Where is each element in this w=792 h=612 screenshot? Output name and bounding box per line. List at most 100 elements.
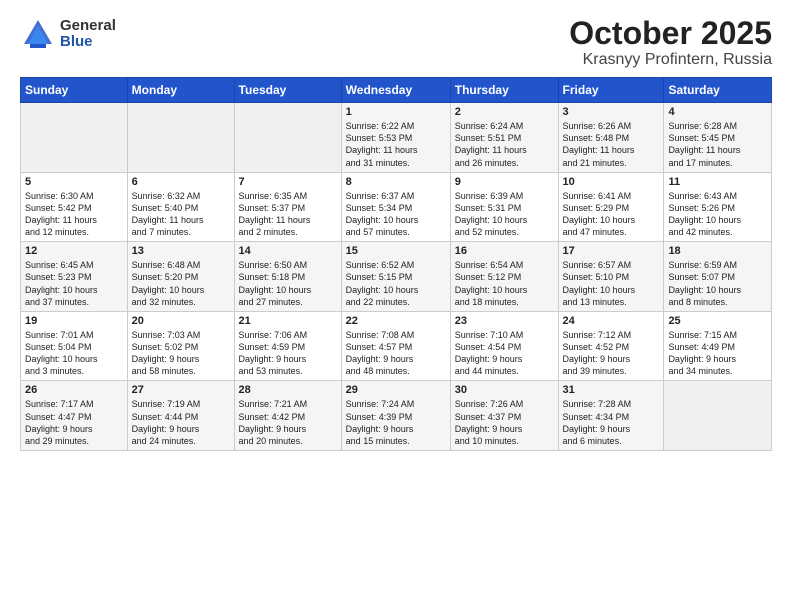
day-number: 29	[346, 384, 446, 396]
day-number: 12	[25, 245, 123, 257]
day-number: 5	[25, 176, 123, 188]
calendar-cell: 2 Sunrise: 6:24 AM Sunset: 5:51 PM Daylig…	[450, 103, 558, 173]
day-number: 19	[25, 315, 123, 327]
day-header-saturday: Saturday	[664, 78, 772, 103]
day-number: 7	[239, 176, 337, 188]
day-info: Sunrise: 6:43 AM Sunset: 5:26 PM Dayligh…	[668, 190, 767, 239]
day-number: 28	[239, 384, 337, 396]
calendar-cell: 31 Sunrise: 7:28 AM Sunset: 4:34 PM Dayli…	[558, 381, 664, 451]
logo-blue-text: Blue	[60, 34, 116, 51]
calendar-cell: 24Sunrise: 7:12 AM Sunset: 4:52 PM Dayli…	[558, 311, 664, 381]
day-number: 13	[132, 245, 230, 257]
calendar-cell: 18 Sunrise: 6:59 AM Sunset: 5:07 PM Dayli…	[664, 242, 772, 312]
calendar-cell: 6Sunrise: 6:32 AM Sunset: 5:40 PM Daylig…	[127, 172, 234, 242]
calendar-title: October 2025	[569, 16, 772, 51]
day-number: 16	[455, 245, 554, 257]
calendar-cell: 14 Sunrise: 6:50 AM Sunset: 5:18 PM Dayli…	[234, 242, 341, 312]
calendar-header-row: SundayMondayTuesdayWednesdayThursdayFrid…	[21, 78, 772, 103]
day-info: Sunrise: 7:06 AM Sunset: 4:59 PM Dayligh…	[239, 329, 337, 378]
calendar-cell: 12 Sunrise: 6:45 AM Sunset: 5:23 PM Dayli…	[21, 242, 128, 312]
day-header-wednesday: Wednesday	[341, 78, 450, 103]
calendar-cell: 19 Sunrise: 7:01 AM Sunset: 5:04 PM Dayli…	[21, 311, 128, 381]
calendar-week-3: 12 Sunrise: 6:45 AM Sunset: 5:23 PM Dayli…	[21, 242, 772, 312]
day-info: Sunrise: 7:15 AM Sunset: 4:49 PM Dayligh…	[668, 329, 767, 378]
calendar-cell: 13 Sunrise: 6:48 AM Sunset: 5:20 PM Dayli…	[127, 242, 234, 312]
day-number: 6	[132, 176, 230, 188]
day-number: 4	[668, 106, 767, 118]
day-info: Sunrise: 7:24 AM Sunset: 4:39 PM Dayligh…	[346, 398, 446, 447]
day-header-monday: Monday	[127, 78, 234, 103]
title-block: October 2025 Krasnyy Profintern, Russia	[569, 16, 772, 69]
day-number: 9	[455, 176, 554, 188]
day-info: Sunrise: 7:28 AM Sunset: 4:34 PM Dayligh…	[563, 398, 660, 447]
calendar-location: Krasnyy Profintern, Russia	[569, 51, 772, 69]
day-info: Sunrise: 7:19 AM Sunset: 4:44 PM Dayligh…	[132, 398, 230, 447]
calendar-cell: 11 Sunrise: 6:43 AM Sunset: 5:26 PM Dayli…	[664, 172, 772, 242]
calendar-cell: 17Sunrise: 6:57 AM Sunset: 5:10 PM Dayli…	[558, 242, 664, 312]
day-number: 11	[668, 176, 767, 188]
calendar-cell	[127, 103, 234, 173]
calendar-cell: 21 Sunrise: 7:06 AM Sunset: 4:59 PM Dayli…	[234, 311, 341, 381]
day-info: Sunrise: 6:35 AM Sunset: 5:37 PM Dayligh…	[239, 190, 337, 239]
day-header-sunday: Sunday	[21, 78, 128, 103]
day-number: 20	[132, 315, 230, 327]
day-number: 22	[346, 315, 446, 327]
day-info: Sunrise: 7:21 AM Sunset: 4:42 PM Dayligh…	[239, 398, 337, 447]
day-number: 25	[668, 315, 767, 327]
day-header-friday: Friday	[558, 78, 664, 103]
day-info: Sunrise: 6:57 AM Sunset: 5:10 PM Dayligh…	[563, 259, 660, 308]
day-number: 3	[563, 106, 660, 118]
calendar-cell: 4 Sunrise: 6:28 AM Sunset: 5:45 PM Daylig…	[664, 103, 772, 173]
day-number: 2	[455, 106, 554, 118]
page: General Blue October 2025 Krasnyy Profin…	[0, 0, 792, 612]
calendar-cell: 25 Sunrise: 7:15 AM Sunset: 4:49 PM Dayli…	[664, 311, 772, 381]
calendar-cell: 7 Sunrise: 6:35 AM Sunset: 5:37 PM Daylig…	[234, 172, 341, 242]
day-info: Sunrise: 6:52 AM Sunset: 5:15 PM Dayligh…	[346, 259, 446, 308]
day-info: Sunrise: 7:03 AM Sunset: 5:02 PM Dayligh…	[132, 329, 230, 378]
day-info: Sunrise: 6:24 AM Sunset: 5:51 PM Dayligh…	[455, 120, 554, 169]
day-info: Sunrise: 7:01 AM Sunset: 5:04 PM Dayligh…	[25, 329, 123, 378]
calendar-cell: 26Sunrise: 7:17 AM Sunset: 4:47 PM Dayli…	[21, 381, 128, 451]
calendar-week-1: 1 Sunrise: 6:22 AM Sunset: 5:53 PM Daylig…	[21, 103, 772, 173]
calendar-cell: 30 Sunrise: 7:26 AM Sunset: 4:37 PM Dayli…	[450, 381, 558, 451]
calendar-cell: 28 Sunrise: 7:21 AM Sunset: 4:42 PM Dayli…	[234, 381, 341, 451]
day-number: 10	[563, 176, 660, 188]
logo-icon	[20, 16, 56, 52]
day-header-tuesday: Tuesday	[234, 78, 341, 103]
calendar-cell: 29 Sunrise: 7:24 AM Sunset: 4:39 PM Dayli…	[341, 381, 450, 451]
day-number: 8	[346, 176, 446, 188]
day-info: Sunrise: 6:39 AM Sunset: 5:31 PM Dayligh…	[455, 190, 554, 239]
logo-text: General Blue	[60, 18, 116, 51]
day-info: Sunrise: 6:28 AM Sunset: 5:45 PM Dayligh…	[668, 120, 767, 169]
day-number: 23	[455, 315, 554, 327]
calendar-cell: 22 Sunrise: 7:08 AM Sunset: 4:57 PM Dayli…	[341, 311, 450, 381]
day-number: 30	[455, 384, 554, 396]
day-number: 26	[25, 384, 123, 396]
day-number: 15	[346, 245, 446, 257]
calendar-week-5: 26Sunrise: 7:17 AM Sunset: 4:47 PM Dayli…	[21, 381, 772, 451]
day-number: 18	[668, 245, 767, 257]
day-info: Sunrise: 6:54 AM Sunset: 5:12 PM Dayligh…	[455, 259, 554, 308]
day-number: 1	[346, 106, 446, 118]
day-number: 21	[239, 315, 337, 327]
day-info: Sunrise: 6:22 AM Sunset: 5:53 PM Dayligh…	[346, 120, 446, 169]
day-info: Sunrise: 6:48 AM Sunset: 5:20 PM Dayligh…	[132, 259, 230, 308]
day-info: Sunrise: 7:08 AM Sunset: 4:57 PM Dayligh…	[346, 329, 446, 378]
day-info: Sunrise: 6:50 AM Sunset: 5:18 PM Dayligh…	[239, 259, 337, 308]
day-info: Sunrise: 6:37 AM Sunset: 5:34 PM Dayligh…	[346, 190, 446, 239]
calendar-cell: 1 Sunrise: 6:22 AM Sunset: 5:53 PM Daylig…	[341, 103, 450, 173]
calendar-cell: 5Sunrise: 6:30 AM Sunset: 5:42 PM Daylig…	[21, 172, 128, 242]
day-number: 31	[563, 384, 660, 396]
calendar-cell	[21, 103, 128, 173]
calendar-cell: 3Sunrise: 6:26 AM Sunset: 5:48 PM Daylig…	[558, 103, 664, 173]
logo-general-text: General	[60, 18, 116, 35]
logo: General Blue	[20, 16, 116, 52]
calendar-cell: 16 Sunrise: 6:54 AM Sunset: 5:12 PM Dayli…	[450, 242, 558, 312]
calendar-cell	[664, 381, 772, 451]
day-number: 14	[239, 245, 337, 257]
header: General Blue October 2025 Krasnyy Profin…	[20, 16, 772, 69]
day-info: Sunrise: 6:45 AM Sunset: 5:23 PM Dayligh…	[25, 259, 123, 308]
calendar-week-2: 5Sunrise: 6:30 AM Sunset: 5:42 PM Daylig…	[21, 172, 772, 242]
day-info: Sunrise: 7:26 AM Sunset: 4:37 PM Dayligh…	[455, 398, 554, 447]
day-info: Sunrise: 6:59 AM Sunset: 5:07 PM Dayligh…	[668, 259, 767, 308]
